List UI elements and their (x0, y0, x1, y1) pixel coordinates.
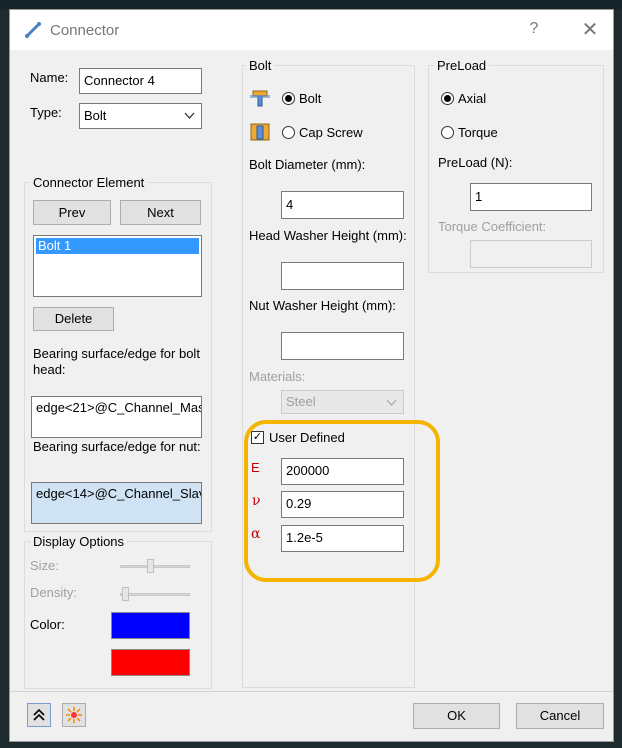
size-label: Size: (30, 558, 59, 573)
cap-screw-icon (250, 123, 270, 141)
bolt-list[interactable]: Bolt 1 (33, 235, 202, 297)
axial-radio[interactable] (441, 92, 454, 105)
bolt-radio-label: Bolt (299, 91, 322, 106)
color-swatch-primary[interactable] (111, 612, 190, 639)
footer-separator (10, 691, 613, 692)
title-bar: Connector ? ✕ (10, 10, 613, 50)
list-item[interactable]: Bolt 1 (36, 238, 199, 254)
size-slider-thumb[interactable] (147, 559, 154, 573)
materials-select: Steel (281, 390, 404, 414)
nut-surface-field[interactable]: edge<14>@C_Channel_Slav (31, 482, 202, 524)
prev-button[interactable]: Prev (33, 200, 111, 225)
preload-label: PreLoad (N): (438, 155, 513, 170)
window-title: Connector (50, 22, 120, 39)
bolt-head-surface-field[interactable]: edge<21>@C_Channel_Mas (31, 396, 202, 438)
size-slider-track[interactable] (120, 565, 190, 568)
bolt-radio[interactable] (282, 92, 295, 105)
delete-button[interactable]: Delete (33, 307, 114, 331)
cap-screw-radio[interactable] (282, 126, 295, 139)
density-slider-thumb[interactable] (122, 587, 129, 601)
head-washer-label: Head Washer Height (mm): (249, 228, 407, 243)
next-button[interactable]: Next (120, 200, 201, 225)
collapse-button[interactable] (27, 703, 51, 727)
type-label: Type: (30, 105, 62, 120)
display-options-title: Display Options (30, 534, 128, 549)
connector-dialog: Connector ? ✕ Name: Connector 4 Type: Bo… (9, 9, 614, 742)
sparkle-icon (66, 707, 82, 723)
cap-screw-radio-label: Cap Screw (299, 125, 363, 140)
connector-icon (25, 22, 41, 38)
materials-label: Materials: (249, 369, 306, 384)
double-chevron-up-icon (33, 708, 45, 721)
head-washer-field[interactable] (281, 262, 404, 290)
bolt-group-title: Bolt (246, 58, 275, 73)
cancel-button[interactable]: Cancel (516, 703, 604, 729)
preload-group-title: PreLoad (434, 58, 490, 73)
nut-washer-label: Nut Washer Height (mm): (249, 298, 396, 313)
bolt-icon (250, 90, 270, 107)
close-button[interactable]: ✕ (578, 17, 602, 42)
color-swatch-secondary[interactable] (111, 649, 190, 676)
chevron-down-icon (386, 399, 397, 406)
density-label: Density: (30, 585, 77, 600)
name-field[interactable]: Connector 4 (79, 68, 202, 94)
color-label: Color: (30, 617, 65, 632)
materials-select-value: Steel (286, 394, 316, 409)
name-label: Name: (30, 70, 69, 85)
type-select[interactable]: Bolt (79, 103, 202, 129)
help-button[interactable]: ? (522, 20, 546, 38)
connector-element-title: Connector Element (30, 175, 148, 190)
user-defined-highlight (244, 420, 440, 582)
chevron-down-icon (184, 112, 195, 119)
nut-label: Bearing surface/edge for nut: (33, 439, 201, 454)
axial-radio-label: Axial (458, 91, 487, 106)
highlight-button[interactable] (62, 703, 86, 727)
density-slider-track[interactable] (120, 593, 190, 596)
bolt-head-label: Bearing surface/edge for bolt head: (33, 346, 200, 377)
torque-radio[interactable] (441, 126, 454, 139)
ok-button[interactable]: OK (413, 703, 500, 729)
preload-field[interactable]: 1 (470, 183, 592, 211)
torque-coefficient-field (470, 240, 592, 268)
torque-coefficient-label: Torque Coefficient: (438, 219, 547, 234)
torque-radio-label: Torque (458, 125, 498, 140)
nut-washer-field[interactable] (281, 332, 404, 360)
bolt-diameter-label: Bolt Diameter (mm): (249, 157, 366, 172)
type-select-value: Bolt (84, 108, 107, 123)
bolt-diameter-field[interactable]: 4 (281, 191, 404, 219)
